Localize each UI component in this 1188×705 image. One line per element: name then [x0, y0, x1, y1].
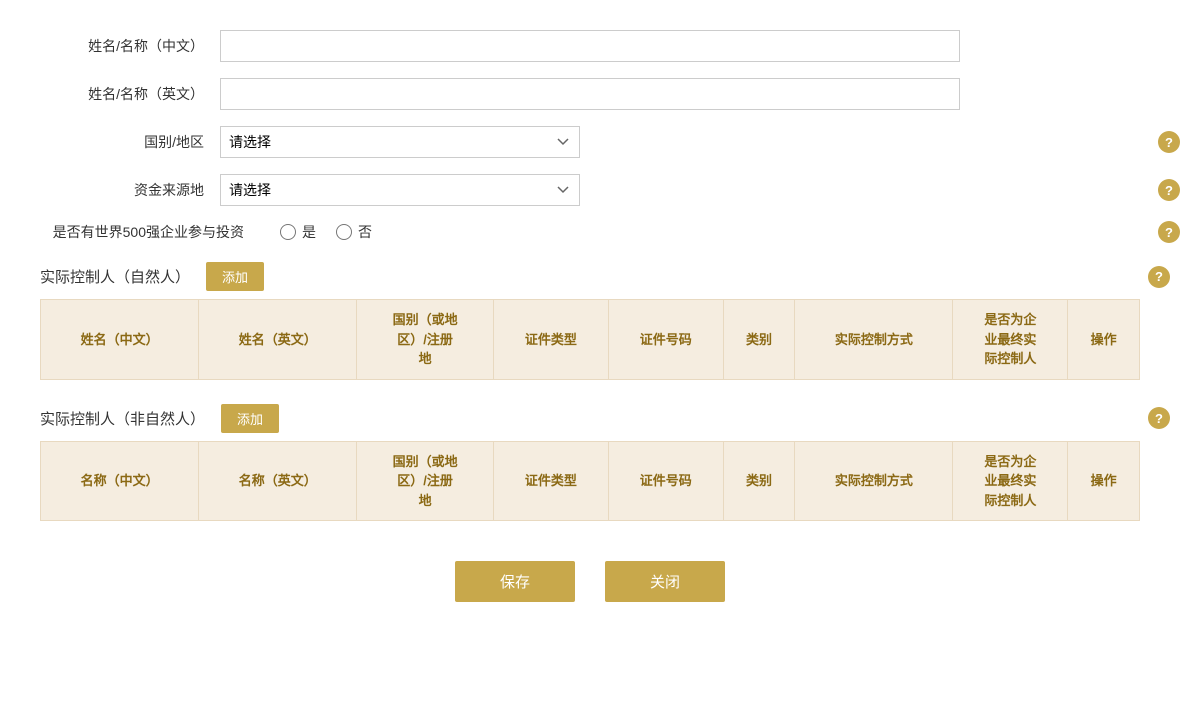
country-label: 国别/地区 — [40, 132, 220, 152]
country-help-icon[interactable]: ? — [1158, 131, 1180, 153]
nnp-col-cert-no: 证件号码 — [608, 441, 723, 521]
natural-person-help-icon[interactable]: ? — [1148, 266, 1170, 288]
fortune500-no-option[interactable]: 否 — [336, 222, 372, 242]
country-select[interactable]: 请选择 — [220, 126, 580, 158]
name-en-input[interactable] — [220, 78, 960, 110]
np-col-cert-type: 证件类型 — [493, 300, 608, 380]
np-col-operation: 操作 — [1068, 300, 1140, 380]
non-natural-person-help-icon[interactable]: ? — [1148, 407, 1170, 429]
fortune500-label: 是否有世界500强企业参与投资 — [40, 222, 260, 242]
natural-person-title: 实际控制人（自然人） — [40, 266, 190, 287]
bottom-actions: 保存 关闭 — [40, 561, 1140, 602]
fund-source-label: 资金来源地 — [40, 180, 220, 200]
fund-source-help-icon[interactable]: ? — [1158, 179, 1180, 201]
np-col-name-en: 姓名（英文） — [199, 300, 357, 380]
np-col-name-cn: 姓名（中文） — [41, 300, 199, 380]
nnp-col-category: 类别 — [723, 441, 795, 521]
fortune500-yes-radio[interactable] — [280, 224, 296, 240]
nnp-col-control-method: 实际控制方式 — [795, 441, 953, 521]
name-en-label: 姓名/名称（英文） — [40, 84, 220, 104]
non-natural-person-title: 实际控制人（非自然人） — [40, 408, 205, 429]
nnp-col-cert-type: 证件类型 — [493, 441, 608, 521]
np-col-is-final-controller: 是否为企业最终实际控制人 — [953, 300, 1068, 380]
np-col-cert-no: 证件号码 — [608, 300, 723, 380]
non-natural-person-table: 名称（中文） 名称（英文） 国别（或地区）/注册地 证件类型 证件号码 类别 实… — [40, 441, 1140, 522]
nnp-col-country: 国别（或地区）/注册地 — [357, 441, 494, 521]
fortune500-no-radio[interactable] — [336, 224, 352, 240]
save-button[interactable]: 保存 — [455, 561, 575, 602]
non-natural-person-add-button[interactable]: 添加 — [221, 404, 279, 433]
name-cn-label: 姓名/名称（中文） — [40, 36, 220, 56]
nnp-col-name-en: 名称（英文） — [199, 441, 357, 521]
np-col-country: 国别（或地区）/注册地 — [357, 300, 494, 380]
name-cn-input[interactable] — [220, 30, 960, 62]
nnp-col-operation: 操作 — [1068, 441, 1140, 521]
nnp-col-name-cn: 名称（中文） — [41, 441, 199, 521]
natural-person-table: 姓名（中文） 姓名（英文） 国别（或地区）/注册地 证件类型 证件号码 类别 实… — [40, 299, 1140, 380]
fortune500-help-icon[interactable]: ? — [1158, 221, 1180, 243]
close-button[interactable]: 关闭 — [605, 561, 725, 602]
np-col-category: 类别 — [723, 300, 795, 380]
np-col-control-method: 实际控制方式 — [795, 300, 953, 380]
natural-person-add-button[interactable]: 添加 — [206, 262, 264, 291]
nnp-col-is-final-controller: 是否为企业最终实际控制人 — [953, 441, 1068, 521]
fortune500-yes-option[interactable]: 是 — [280, 222, 316, 242]
fund-source-select[interactable]: 请选择 — [220, 174, 580, 206]
